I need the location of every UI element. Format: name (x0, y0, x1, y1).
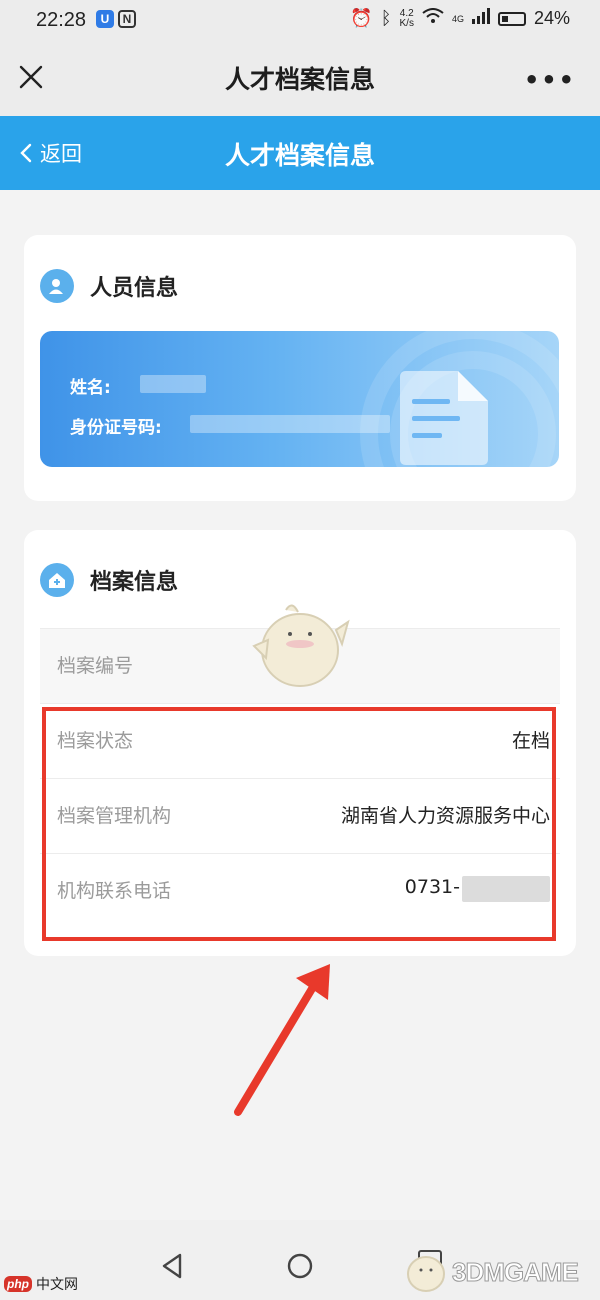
more-menu-button[interactable]: ••• (524, 66, 576, 94)
id-number-redacted (190, 415, 390, 433)
battery-icon (497, 11, 526, 26)
row-label: 档案编号 (57, 655, 134, 677)
php-watermark-text: 中文网 (36, 1276, 78, 1292)
section-title-archive: 档案信息 (90, 570, 179, 595)
page-title: 人才档案信息 (224, 141, 375, 170)
status-bar: 22:28 U N ⏰ ᛒ 4.2 K/s 4G 24% (0, 0, 600, 42)
bluetooth-icon: ᛒ (380, 8, 392, 28)
highlight-box (42, 707, 556, 941)
nfc-icon: N (118, 10, 136, 28)
wifi-icon (422, 8, 444, 29)
php-watermark: php 中文网 (4, 1274, 78, 1294)
status-time: 22:28 (36, 9, 87, 31)
window-title: 人才档案信息 (224, 65, 375, 94)
nav-back-icon[interactable] (160, 1252, 184, 1280)
nav-home-icon[interactable] (286, 1252, 314, 1280)
mascot-watermark (252, 604, 350, 687)
document-icon (400, 371, 488, 465)
signal-icon (471, 8, 490, 29)
network-type: 4G (451, 13, 464, 24)
id-number-label: 身份证号码: (70, 418, 162, 438)
3dm-mascot-icon (407, 1256, 445, 1292)
home-icon (40, 563, 74, 597)
person-id-card: 姓名: 身份证号码: (40, 331, 559, 467)
name-value-redacted (140, 375, 206, 393)
person-info-card: 人员信息 姓名: 身份证号码: (24, 235, 576, 501)
network-speed: 4.2 K/s (399, 7, 414, 29)
annotation-arrow-icon (234, 964, 330, 1116)
php-logo: php (4, 1276, 32, 1292)
name-label: 姓名: (70, 378, 111, 398)
person-info-header: 人员信息 (40, 269, 178, 303)
person-icon (40, 269, 74, 303)
title-bar: 人才档案信息 ••• (0, 42, 600, 116)
battery-percent: 24% (533, 8, 570, 28)
section-title-person: 人员信息 (90, 276, 179, 301)
status-icons: ⏰ ᛒ 4.2 K/s 4G 24% (350, 8, 570, 29)
archive-info-header: 档案信息 (40, 563, 178, 597)
3dm-watermark: 3DMGAME (404, 1250, 580, 1294)
3dm-watermark-text: 3DMGAME (452, 1256, 580, 1287)
alarm-icon: ⏰ (350, 8, 373, 28)
shield-app-icon: U (96, 10, 114, 28)
page-header: 返回 人才档案信息 (0, 116, 600, 190)
